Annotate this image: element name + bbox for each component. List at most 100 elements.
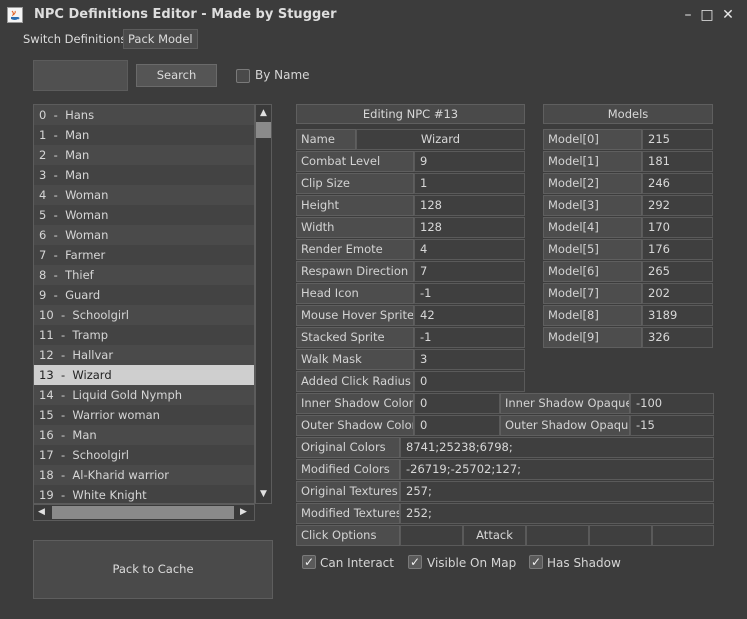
outer-shadow-opaque-field[interactable]: -15 xyxy=(630,415,714,436)
inner-shadow-color-field[interactable]: 0 xyxy=(414,393,500,414)
window-title: NPC Definitions Editor - Made by Stugger xyxy=(34,7,337,22)
head-icon-label: Head Icon xyxy=(296,283,414,304)
outer-shadow-opaque-label: Outer Shadow Opaque xyxy=(500,415,630,436)
modified-textures-field[interactable]: 252; xyxy=(400,503,714,524)
list-item[interactable]: 6 - Woman xyxy=(34,225,254,245)
scroll-right-icon[interactable]: ▶ xyxy=(236,505,251,520)
model-field[interactable]: 202 xyxy=(642,283,713,304)
inner-shadow-color-label: Inner Shadow Color xyxy=(296,393,414,414)
width-label: Width xyxy=(296,217,414,238)
model-field[interactable]: 326 xyxy=(642,327,713,348)
model-field[interactable]: 170 xyxy=(642,217,713,238)
click-option-field[interactable] xyxy=(589,525,652,546)
model-field[interactable]: 3189 xyxy=(642,305,713,326)
list-item[interactable]: 1 - Man xyxy=(34,125,254,145)
can-interact-checkbox[interactable]: ✓ xyxy=(302,555,316,569)
list-item[interactable]: 13 - Wizard xyxy=(34,365,254,385)
scroll-left-icon[interactable]: ◀ xyxy=(34,505,49,520)
list-item[interactable]: 17 - Schoolgirl xyxy=(34,445,254,465)
list-item[interactable]: 10 - Schoolgirl xyxy=(34,305,254,325)
list-item[interactable]: 8 - Thief xyxy=(34,265,254,285)
click-option-field[interactable] xyxy=(400,525,463,546)
list-item[interactable]: 0 - Hans xyxy=(34,105,254,125)
list-item[interactable]: 4 - Woman xyxy=(34,185,254,205)
list-item[interactable]: 2 - Man xyxy=(34,145,254,165)
model-label: Model[9] xyxy=(543,327,642,348)
height-label: Height xyxy=(296,195,414,216)
render-emote-field[interactable]: 4 xyxy=(414,239,525,260)
outer-shadow-color-field[interactable]: 0 xyxy=(414,415,500,436)
by-name-label: By Name xyxy=(255,68,310,82)
menu-switch-definitions[interactable]: Switch Definitions xyxy=(19,29,130,49)
combat-level-field[interactable]: 9 xyxy=(414,151,525,172)
original-colors-label: Original Colors xyxy=(296,437,400,458)
modified-colors-label: Modified Colors xyxy=(296,459,400,480)
added-click-radius-field[interactable]: 0 xyxy=(414,371,525,392)
menu-pack-model[interactable]: Pack Model xyxy=(123,29,198,49)
name-label: Name xyxy=(296,129,356,150)
list-item[interactable]: 15 - Warrior woman xyxy=(34,405,254,425)
models-header: Models xyxy=(543,104,713,124)
render-emote-label: Render Emote xyxy=(296,239,414,260)
by-name-checkbox[interactable] xyxy=(236,69,250,83)
mouse-hover-sprite-label: Mouse Hover Sprite xyxy=(296,305,414,326)
model-field[interactable]: 181 xyxy=(642,151,713,172)
list-item[interactable]: 5 - Woman xyxy=(34,205,254,225)
visible-on-map-label: Visible On Map xyxy=(427,556,517,570)
mouse-hover-sprite-field[interactable]: 42 xyxy=(414,305,525,326)
combat-level-label: Combat Level xyxy=(296,151,414,172)
head-icon-field[interactable]: -1 xyxy=(414,283,525,304)
maximize-icon[interactable]: □ xyxy=(698,6,716,24)
has-shadow-checkbox[interactable]: ✓ xyxy=(529,555,543,569)
list-item[interactable]: 12 - Hallvar xyxy=(34,345,254,365)
list-item[interactable]: 11 - Tramp xyxy=(34,325,254,345)
list-vertical-thumb[interactable] xyxy=(256,122,271,138)
visible-on-map-checkbox[interactable]: ✓ xyxy=(408,555,422,569)
editing-npc-header: Editing NPC #13 xyxy=(296,104,525,124)
stacked-sprite-field[interactable]: -1 xyxy=(414,327,525,348)
model-field[interactable]: 215 xyxy=(642,129,713,150)
list-horizontal-thumb[interactable] xyxy=(52,506,234,519)
search-input[interactable] xyxy=(33,60,128,91)
list-item[interactable]: 18 - Al-Kharid warrior xyxy=(34,465,254,485)
height-field[interactable]: 128 xyxy=(414,195,525,216)
model-field[interactable]: 292 xyxy=(642,195,713,216)
model-label: Model[1] xyxy=(543,151,642,172)
clip-size-field[interactable]: 1 xyxy=(414,173,525,194)
modified-colors-field[interactable]: -26719;-25702;127; xyxy=(400,459,714,480)
java-icon xyxy=(7,7,23,23)
name-field[interactable]: Wizard xyxy=(356,129,525,150)
respawn-direction-field[interactable]: 7 xyxy=(414,261,525,282)
click-option-field[interactable] xyxy=(526,525,589,546)
list-item[interactable]: 9 - Guard xyxy=(34,285,254,305)
model-label: Model[5] xyxy=(543,239,642,260)
click-option-field[interactable] xyxy=(652,525,714,546)
scroll-up-icon[interactable]: ▲ xyxy=(256,106,271,121)
original-colors-field[interactable]: 8741;25238;6798; xyxy=(400,437,714,458)
list-vertical-scrollbar[interactable] xyxy=(255,104,272,504)
inner-shadow-opaque-field[interactable]: -100 xyxy=(630,393,714,414)
model-label: Model[4] xyxy=(543,217,642,238)
walk-mask-field[interactable]: 3 xyxy=(414,349,525,370)
respawn-direction-label: Respawn Direction xyxy=(296,261,414,282)
model-field[interactable]: 265 xyxy=(642,261,713,282)
search-button[interactable]: Search xyxy=(136,64,217,87)
pack-to-cache-button[interactable]: Pack to Cache xyxy=(33,540,273,599)
clip-size-label: Clip Size xyxy=(296,173,414,194)
original-textures-label: Original Textures xyxy=(296,481,400,502)
npc-list[interactable]: 0 - Hans 1 - Man 2 - Man 3 - Man 4 - Woman 5 … xyxy=(33,104,255,504)
model-field[interactable]: 176 xyxy=(642,239,713,260)
model-label: Model[7] xyxy=(543,283,642,304)
list-item[interactable]: 3 - Man xyxy=(34,165,254,185)
list-item[interactable]: 19 - White Knight xyxy=(34,485,254,503)
model-field[interactable]: 246 xyxy=(642,173,713,194)
list-item[interactable]: 7 - Farmer xyxy=(34,245,254,265)
list-item[interactable]: 16 - Man xyxy=(34,425,254,445)
close-icon[interactable]: ✕ xyxy=(719,6,737,24)
original-textures-field[interactable]: 257; xyxy=(400,481,714,502)
list-item[interactable]: 14 - Liquid Gold Nymph xyxy=(34,385,254,405)
minimize-icon[interactable]: – xyxy=(679,6,697,24)
click-option-field[interactable]: Attack xyxy=(463,525,526,546)
scroll-down-icon[interactable]: ▼ xyxy=(256,487,271,502)
width-field[interactable]: 128 xyxy=(414,217,525,238)
